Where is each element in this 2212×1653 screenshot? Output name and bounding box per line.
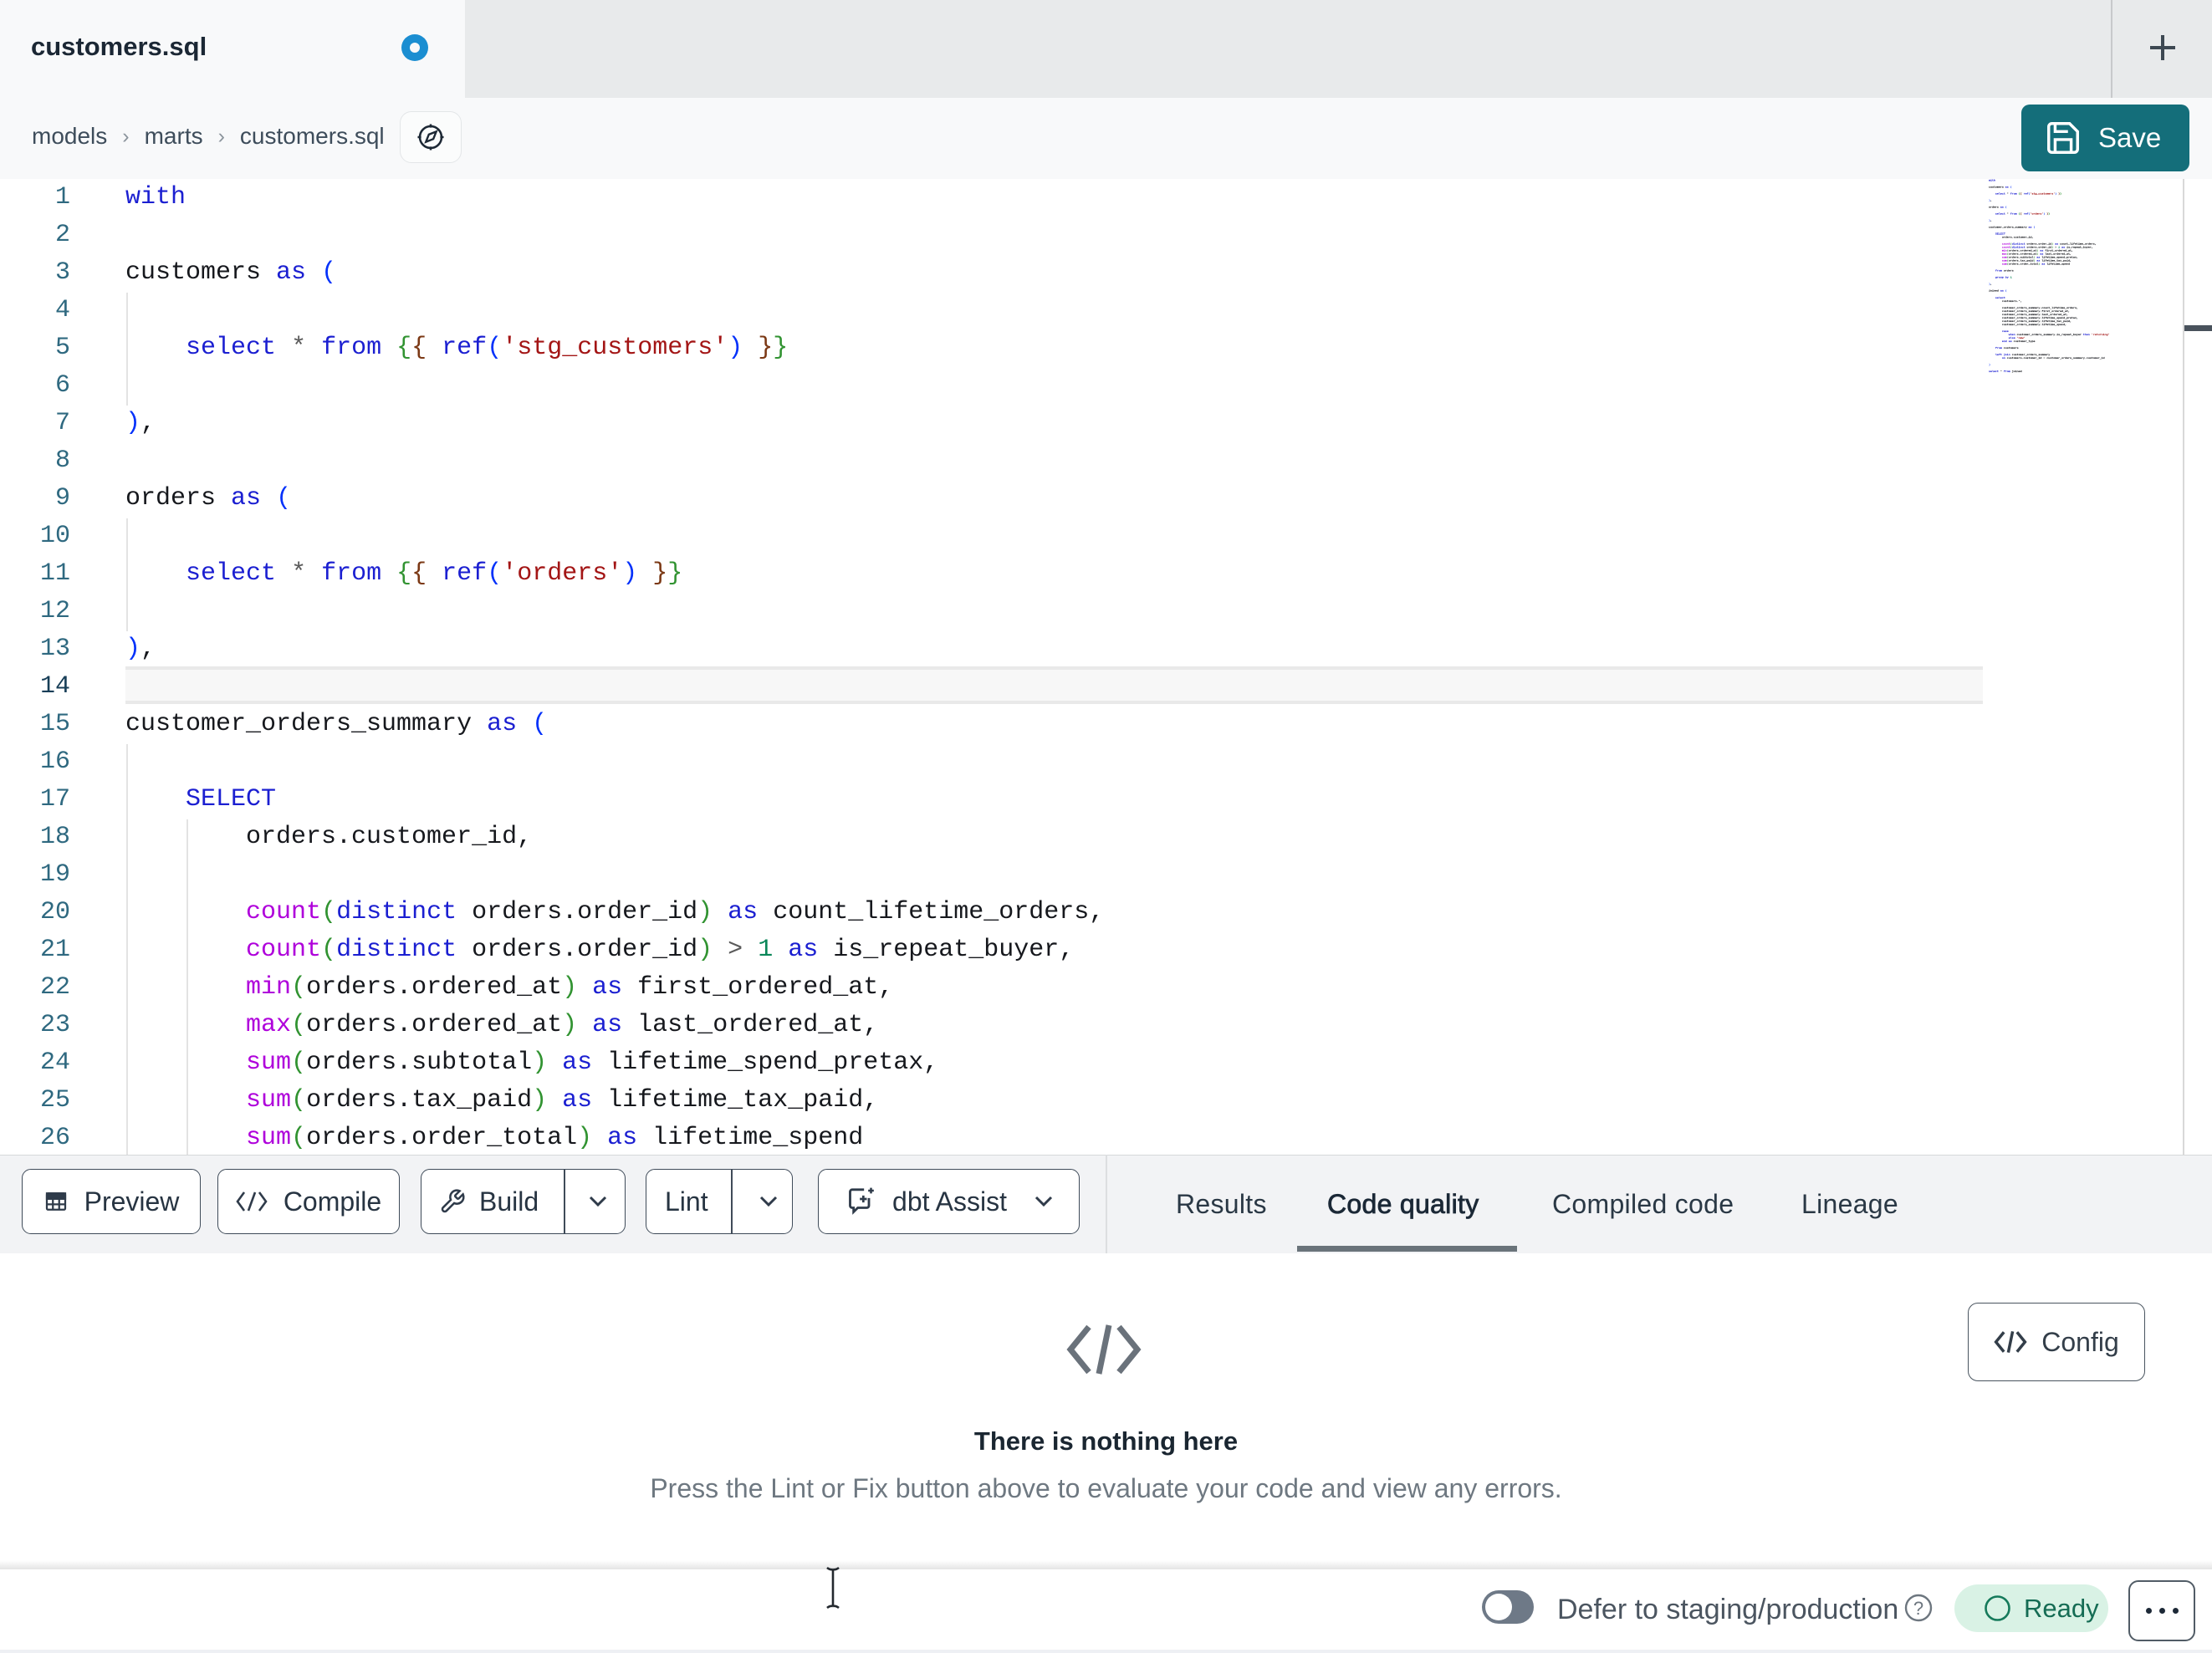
svg-text:?: ?	[1913, 1598, 1923, 1619]
